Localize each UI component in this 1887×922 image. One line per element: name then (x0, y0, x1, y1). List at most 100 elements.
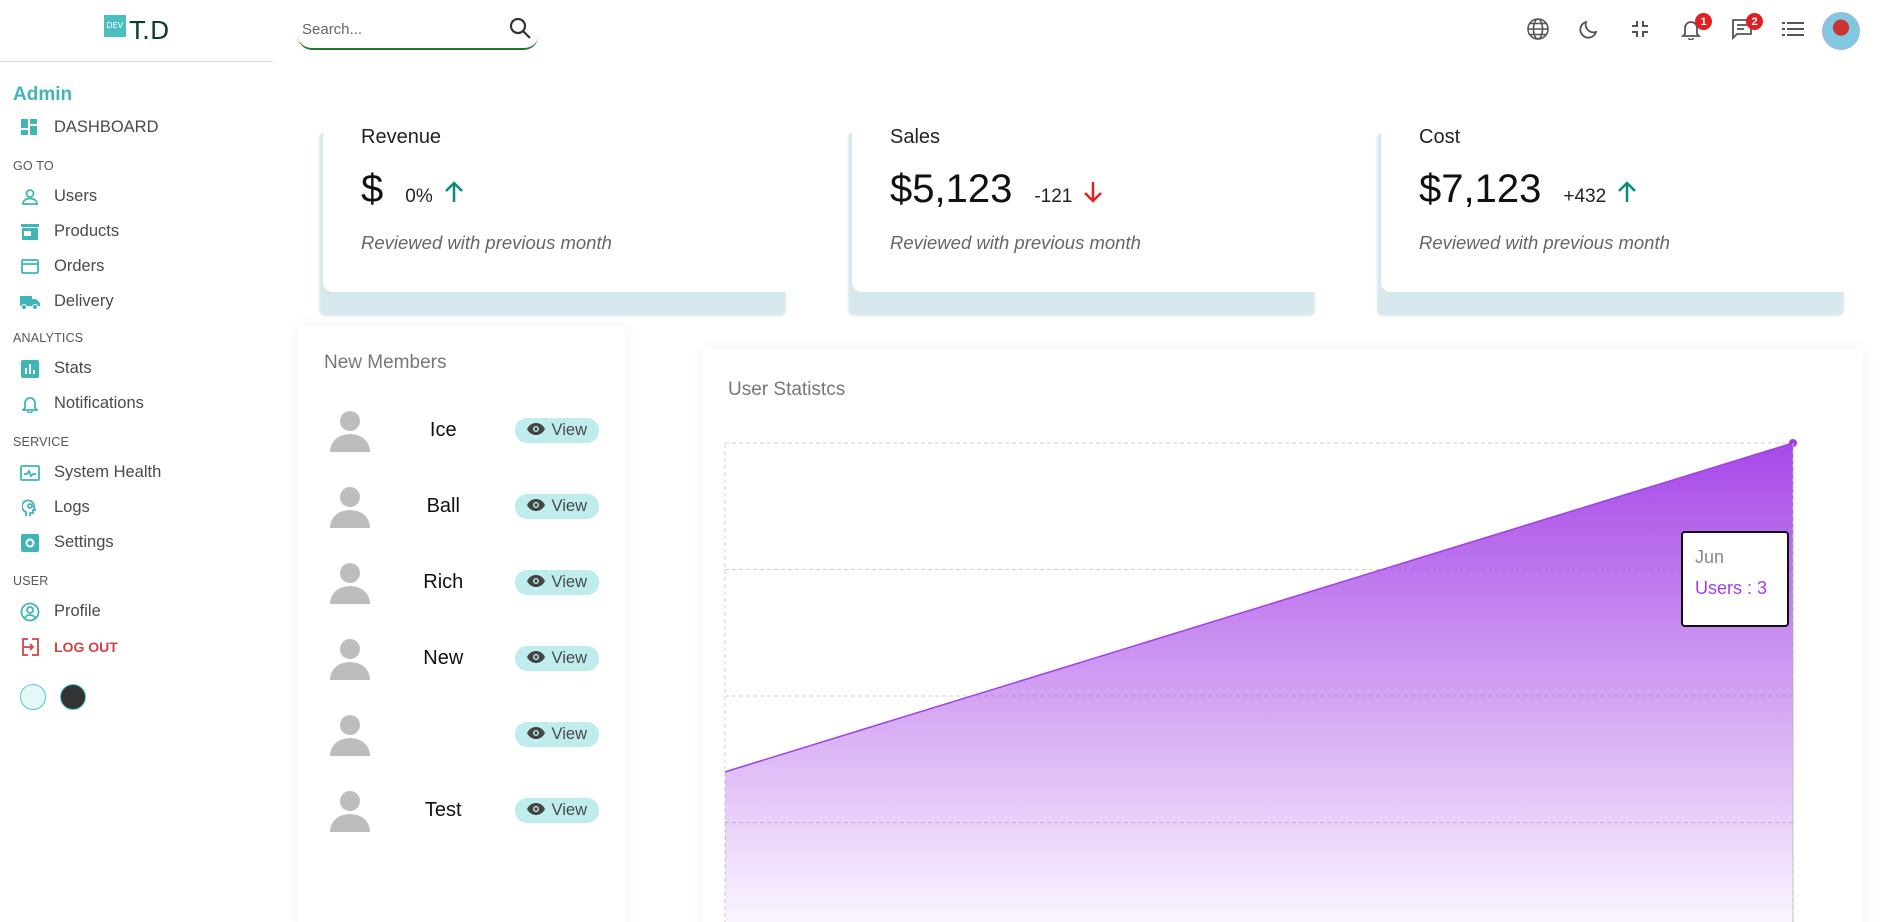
account-circle-icon (20, 602, 40, 622)
monitor-heart-icon (20, 463, 40, 483)
dashboard-icon (20, 118, 40, 138)
language-button[interactable] (1512, 13, 1563, 49)
default-avatar-icon (328, 560, 372, 604)
arrow-up-icon (443, 180, 465, 209)
sidebar-item-settings[interactable]: Settings (0, 525, 273, 560)
sidebar-item-label: Notifications (54, 394, 144, 412)
sales-card: Sales $5,123 -121 Reviewed with previous… (852, 100, 1327, 292)
messages-button[interactable]: 2 (1716, 13, 1767, 49)
fullscreen-exit-button[interactable] (1614, 13, 1665, 49)
eye-icon (526, 497, 545, 516)
credit-card-icon (20, 257, 40, 277)
store-icon (20, 222, 40, 242)
search-icon[interactable] (508, 16, 532, 45)
sidebar-item-profile[interactable]: Profile (0, 594, 273, 629)
eye-icon (526, 573, 545, 592)
bell-icon (20, 394, 40, 414)
member-name: Ball (426, 494, 460, 517)
app: DEV T.D Admin DASHBOARD GO TO Users Prod… (0, 0, 1887, 922)
stat-title: Sales (890, 126, 941, 148)
sidebar-item-label: System Health (54, 463, 162, 481)
stat-value: $ (361, 167, 384, 211)
dark-theme-button[interactable] (60, 684, 86, 710)
default-avatar-icon (328, 636, 372, 680)
view-member-button[interactable]: View (514, 417, 599, 443)
moon-icon (1578, 18, 1600, 45)
sidebar-role-title: Admin (13, 84, 73, 105)
default-avatar-icon (328, 788, 372, 832)
member-name: New (423, 646, 464, 669)
sidebar: DEV T.D Admin DASHBOARD GO TO Users Prod… (0, 0, 273, 922)
view-button-label: View (551, 572, 587, 591)
search-input[interactable] (298, 20, 498, 38)
brand[interactable]: DEV T.D (0, 0, 273, 62)
view-member-button[interactable]: View (514, 493, 599, 519)
sidebar-item-dashboard[interactable]: DASHBOARD (0, 110, 273, 145)
dark-mode-button[interactable] (1563, 13, 1614, 49)
new-members-panel: New Members Ice View Ball View Rich View New Vi… (298, 326, 625, 922)
stat-value: $5,123 (890, 167, 1013, 211)
tooltip-value: Users : 3 (1695, 578, 1768, 598)
sidebar-item-label: Products (54, 222, 120, 240)
sidebar-item-orders[interactable]: Orders (0, 249, 273, 284)
member-list: Ice View Ball View Rich View New View View Test Vi… (324, 392, 599, 848)
stat-change: -121 (1034, 186, 1073, 207)
series-area (725, 443, 1793, 922)
light-theme-button[interactable] (20, 684, 46, 710)
sidebar-section-user: USER (13, 574, 49, 588)
sidebar-item-logout[interactable]: LOG OUT (0, 629, 273, 664)
member-name: Ice (429, 418, 457, 441)
view-button-label: View (551, 800, 587, 819)
tooltip-label: Jun (1695, 547, 1725, 567)
list-button[interactable] (1767, 13, 1818, 49)
search-bar (298, 10, 538, 50)
stat-value: $7,123 (1419, 167, 1542, 211)
globe-icon (1526, 17, 1550, 46)
sidebar-section-goto: GO TO (13, 159, 54, 173)
user-statistics-card: User Statistcs Jun Users : 3 (703, 349, 1863, 922)
sidebar-item-stats[interactable]: Stats (0, 351, 273, 386)
sidebar-item-system-health[interactable]: System Health (0, 455, 273, 490)
member-row: Ice View (324, 392, 599, 468)
sidebar-item-logs[interactable]: Logs (0, 490, 273, 525)
user-statistics-chart[interactable] (703, 349, 1863, 922)
view-button-label: View (551, 648, 587, 667)
member-row: New View (324, 620, 599, 696)
view-member-button[interactable]: View (514, 721, 599, 747)
list-icon (1781, 21, 1804, 42)
view-member-button[interactable]: View (514, 797, 599, 823)
topbar-icons: 1 2 (1512, 12, 1860, 50)
sidebar-item-label: LOG OUT (54, 638, 118, 655)
message-count-badge: 2 (1746, 13, 1763, 30)
user-avatar[interactable] (1822, 12, 1860, 50)
cost-card: Cost $7,123 +432 Reviewed with previous … (1381, 100, 1856, 292)
view-member-button[interactable]: View (514, 569, 599, 595)
stat-value-row: $ 0% (361, 167, 760, 212)
arrow-down-icon (1082, 180, 1104, 209)
chart-tooltip: Jun Users : 3 (1681, 531, 1789, 627)
settings-icon (20, 533, 40, 553)
member-row: Ball View (324, 468, 599, 544)
notifications-button[interactable]: 1 (1665, 13, 1716, 49)
view-button-label: View (551, 724, 587, 743)
logout-icon (20, 637, 40, 657)
view-member-button[interactable]: View (514, 645, 599, 671)
stat-subtitle: Reviewed with previous month (890, 232, 1141, 253)
sidebar-item-products[interactable]: Products (0, 214, 273, 249)
sidebar-item-label: Stats (54, 359, 92, 377)
member-row: Rich View (324, 544, 599, 620)
sidebar-item-label: Orders (54, 257, 105, 275)
new-members-title: New Members (324, 352, 447, 373)
member-name: Test (424, 798, 462, 821)
eye-icon (526, 421, 545, 440)
sidebar-item-label: Settings (54, 533, 114, 551)
sidebar-item-label: Users (54, 187, 98, 205)
theme-switcher (20, 684, 273, 710)
member-row: View (324, 696, 599, 772)
compress-icon (1631, 20, 1649, 43)
sidebar-item-users[interactable]: Users (0, 179, 273, 214)
sidebar-item-notifications[interactable]: Notifications (0, 386, 273, 421)
eye-icon (526, 801, 545, 820)
sidebar-item-delivery[interactable]: Delivery (0, 284, 273, 319)
brand-name: T.D (129, 16, 170, 45)
